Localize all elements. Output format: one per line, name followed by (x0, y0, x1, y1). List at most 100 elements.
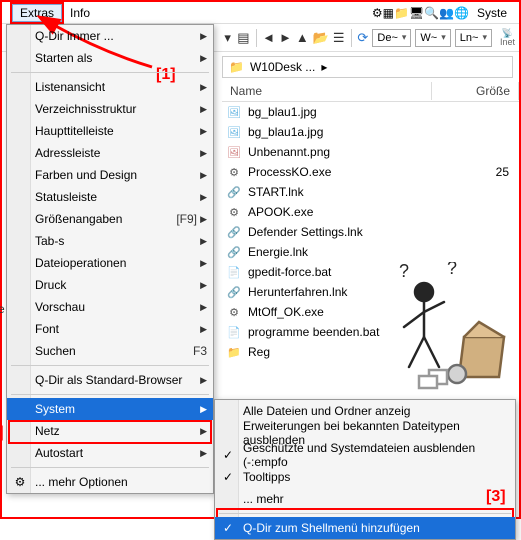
menu-item-label: Dateioperationen (35, 256, 197, 270)
menu-item[interactable]: Druck▶ (7, 274, 213, 296)
combo-w[interactable]: W~ (415, 29, 450, 47)
nav-up-icon[interactable]: ▲ (296, 28, 309, 48)
column-headers: Name Größe (222, 80, 519, 102)
file-row[interactable]: 🖼 bg_blau1.jpg (222, 102, 515, 122)
menu-item[interactable]: Autostart▶ (7, 442, 213, 464)
nav-dropdown-icon[interactable]: ▾ (222, 28, 233, 48)
submenu-arrow-icon: ▶ (197, 426, 207, 437)
file-name: Reg (248, 345, 469, 359)
menu-item[interactable]: Haupttitelleiste▶ (7, 120, 213, 142)
menu-extras[interactable]: Extras (12, 4, 62, 22)
nav-folder-icon[interactable]: 📂 (313, 28, 329, 48)
file-img-icon: 🖼 (226, 104, 242, 120)
file-row[interactable]: 📄programme beenden.bat (222, 322, 515, 342)
menu-item-label: Statusleiste (35, 190, 197, 204)
toolbar-syste-label[interactable]: Syste (469, 4, 515, 22)
menu-item-label: Font (35, 322, 197, 336)
toolbar-explorer-icon[interactable]: 📁 (394, 6, 409, 20)
file-name: ProcessKO.exe (248, 165, 469, 179)
menu-item-label: Vorschau (35, 300, 197, 314)
file-row[interactable]: 📄gpedit-force.bat (222, 262, 515, 282)
nav-view-icon[interactable]: ▤ (237, 28, 249, 48)
submenu-item[interactable]: ✓Geschützte und Systemdateien ausblenden… (215, 444, 515, 466)
nav-fwd-icon[interactable]: ► (279, 28, 292, 48)
menu-item-label: Haupttitelleiste (35, 124, 197, 138)
menu-item-label: Autostart (35, 446, 197, 460)
menu-item[interactable]: Q-Dir als Standard-Browser▶ (7, 369, 213, 391)
menu-item[interactable]: ⚙ ... mehr Optionen (7, 471, 213, 493)
nav-tree-icon[interactable]: ☰ (333, 28, 345, 48)
toolbar-gear-icon[interactable]: ⚙ (372, 6, 383, 20)
toolbar-globe-icon[interactable]: 🌐 (454, 6, 469, 20)
file-name: APOOK.exe (248, 205, 469, 219)
submenu-item[interactable]: ✓Tooltipps (215, 466, 515, 488)
menu-item[interactable]: Q-Dir immer ...▶ (7, 25, 213, 47)
toolbar-pc-icon[interactable]: 🖥 (409, 6, 424, 20)
file-row[interactable]: 🖼Unbenannt.png (222, 142, 515, 162)
file-exe-icon: ⚙ (226, 304, 242, 320)
menu-item[interactable]: Listenansicht▶ (7, 76, 213, 98)
options-icon: ⚙ (13, 475, 27, 489)
nav-back-icon[interactable]: ◄ (262, 28, 275, 48)
submenu-arrow-icon: ▶ (197, 148, 207, 159)
file-lnk-icon: 🔗 (226, 244, 242, 260)
menu-item-label: Adressleiste (35, 146, 197, 160)
file-size: 25 (475, 165, 515, 179)
menu-item[interactable]: System▶ (7, 398, 213, 420)
combo-ln[interactable]: Ln~ (455, 29, 492, 47)
submenu-arrow-icon: ▶ (197, 31, 207, 42)
menu-item[interactable]: Statusleiste▶ (7, 186, 213, 208)
annotation-2: [2] (0, 424, 4, 442)
menu-item[interactable]: Dateioperationen▶ (7, 252, 213, 274)
menu-item[interactable]: Starten als▶ (7, 47, 213, 69)
nav-refresh-icon[interactable]: ⟳ (357, 28, 368, 48)
menu-item[interactable]: Font▶ (7, 318, 213, 340)
submenu-item[interactable]: ... mehr (215, 488, 515, 510)
breadcrumb[interactable]: 📁 W10Desk ... ▸ (222, 56, 513, 78)
menu-item-label: Netz (35, 424, 197, 438)
menu-item[interactable]: SuchenF3 (7, 340, 213, 362)
submenu-item-label: Alle Dateien und Ordner anzeig (243, 404, 509, 418)
menu-item[interactable]: Farben und Design▶ (7, 164, 213, 186)
menu-item-label: Suchen (35, 344, 185, 358)
toolbar-users-icon[interactable]: 👥 (439, 6, 454, 20)
col-size[interactable]: Größe (432, 82, 519, 100)
file-row[interactable]: ⚙ProcessKO.exe25 (222, 162, 515, 182)
menu-item-label: Farben und Design (35, 168, 197, 182)
file-row[interactable]: ⚙MtOff_OK.exe (222, 302, 515, 322)
file-row[interactable]: 📁Reg (222, 342, 515, 362)
menu-item[interactable]: Vorschau▶ (7, 296, 213, 318)
file-row[interactable]: 🔗Herunterfahren.lnk (222, 282, 515, 302)
file-bat-icon: 📄 (226, 324, 242, 340)
menu-item[interactable]: Netz▶ (7, 420, 213, 442)
menu-info[interactable]: Info (62, 4, 98, 22)
submenu-item[interactable]: ✓Q-Dir zum Shellmenü hinzufügen (215, 517, 515, 539)
submenu-item-label: Geschützte und Systemdateien ausblenden … (243, 441, 509, 469)
file-lnk-icon: 🔗 (226, 224, 242, 240)
file-row[interactable]: 🔗START.lnk (222, 182, 515, 202)
file-lnk-icon: 🔗 (226, 284, 242, 300)
toolbar-layout-icon[interactable]: ▦ (383, 6, 394, 20)
file-img-icon: 🖼 (226, 124, 242, 140)
menu-item[interactable]: Adressleiste▶ (7, 142, 213, 164)
file-lnk-icon: 🔗 (226, 184, 242, 200)
menu-item-label: ... mehr Optionen (35, 475, 207, 489)
file-name: bg_blau1.jpg (248, 105, 469, 119)
file-row[interactable]: ⚙APOOK.exe (222, 202, 515, 222)
submenu-arrow-icon: ▶ (197, 82, 207, 93)
submenu-item-label: ... mehr (243, 492, 509, 506)
menu-item-label: Q-Dir immer ... (35, 29, 197, 43)
menu-item[interactable]: Größenangaben[F9]▶ (7, 208, 213, 230)
file-row[interactable]: 🔗Defender Settings.lnk (222, 222, 515, 242)
combo-de[interactable]: De~ (372, 29, 411, 47)
file-name: Energie.lnk (248, 245, 469, 259)
menu-item[interactable]: Tab-s▶ (7, 230, 213, 252)
menu-item-label: Verzeichnisstruktur (35, 102, 197, 116)
submenu-arrow-icon: ▶ (197, 375, 207, 386)
toolbar-mag-icon[interactable]: 🔍 (424, 6, 439, 20)
file-row[interactable]: 🖼bg_blau1a.jpg (222, 122, 515, 142)
col-name[interactable]: Name (222, 82, 432, 100)
chevron-right-icon: ▸ (321, 60, 327, 74)
menu-item[interactable]: Verzeichnisstruktur▶ (7, 98, 213, 120)
file-row[interactable]: 🔗 Energie.lnk (222, 242, 515, 262)
